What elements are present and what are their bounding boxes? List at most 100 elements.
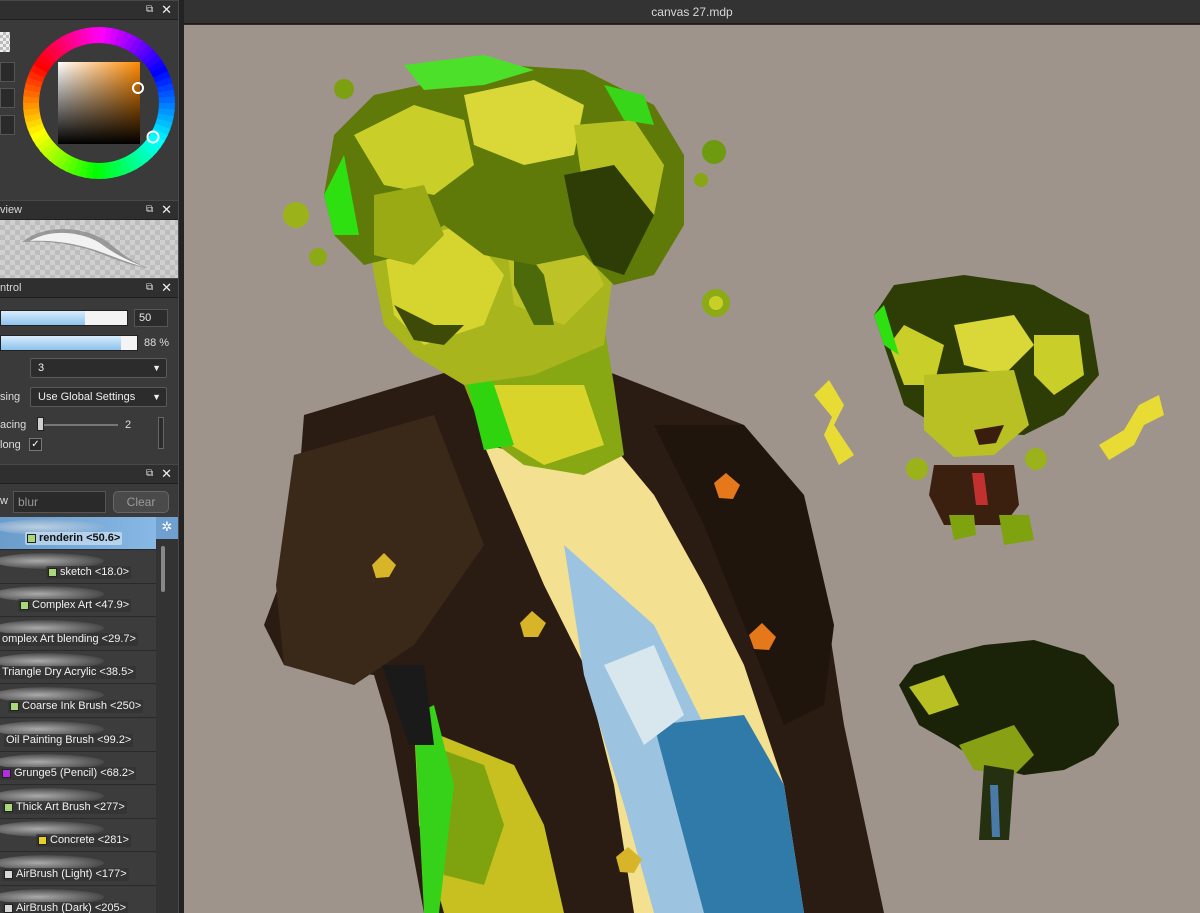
pin-icon[interactable]: ⧉ — [146, 469, 156, 479]
brush-color-tag — [4, 903, 13, 913]
blend-label: sing — [0, 391, 21, 403]
brush-name: Thick Art Brush <277> — [16, 800, 125, 813]
pin-icon[interactable]: ⧉ — [146, 283, 156, 293]
brush-name: sketch <18.0> — [60, 565, 130, 578]
spacing-slider-handle[interactable] — [37, 417, 44, 431]
spacing-extra-bar — [158, 417, 164, 449]
brush-label: Triangle Dry Acrylic <38.5> — [0, 666, 136, 680]
opacity-value: 88 % — [144, 337, 170, 349]
brush-label: Oil Painting Brush <99.2> — [4, 733, 134, 747]
brush-color-tag — [48, 567, 57, 577]
brush-list-item[interactable]: Thick Art Brush <277> — [0, 785, 156, 819]
gear-icon[interactable]: ✲ — [156, 517, 178, 539]
brush-color-tag — [4, 802, 13, 812]
canvas-area[interactable] — [184, 25, 1200, 913]
brush-list-item[interactable]: Triangle Dry Acrylic <38.5> — [0, 651, 156, 685]
brush-stroke-preview — [22, 229, 148, 268]
brush-color-tag — [10, 702, 19, 711]
brush-color-tag — [38, 836, 47, 846]
broccoli-sketch-illustration — [899, 640, 1119, 840]
brush-name: renderin <50.6> — [39, 532, 121, 544]
opacity-slider-fill — [1, 336, 121, 350]
close-icon[interactable]: ✕ — [161, 202, 172, 218]
brush-color-tag — [4, 870, 13, 879]
brush-label: Thick Art Brush <277> — [2, 800, 127, 814]
checkmark-icon: ✓ — [31, 439, 40, 450]
brush-color-tag — [2, 769, 11, 779]
spacing-label: acing — [0, 419, 27, 431]
blend-mode-value: Use Global Settings — [38, 391, 136, 403]
brush-list-item[interactable]: omplex Art blending <29.7> — [0, 617, 156, 651]
main-figure-illustration — [264, 55, 884, 913]
brush-preview — [0, 220, 178, 278]
chevron-down-icon: ▼ — [152, 392, 161, 402]
brush-list-titlebar: ⧉ ✕ — [0, 464, 178, 484]
brush-label: Coarse Ink Brush <250> — [8, 700, 144, 713]
brush-list-item[interactable]: Concrete <281> — [0, 819, 156, 853]
brush-label: Concrete <281> — [36, 834, 131, 848]
brush-list-item[interactable]: sketch <18.0> — [0, 550, 156, 584]
brush-name: AirBrush (Dark) <205> — [16, 901, 127, 913]
close-icon[interactable]: ✕ — [161, 2, 172, 18]
spacing-value: 2 — [125, 419, 132, 431]
brush-label: sketch <18.0> — [46, 565, 132, 579]
brush-name: Coarse Ink Brush <250> — [22, 700, 142, 712]
artwork — [264, 55, 1164, 913]
clear-button[interactable]: Clear — [113, 491, 169, 513]
brush-search-input[interactable]: blur — [13, 491, 106, 513]
transparent-swatch[interactable] — [0, 32, 10, 52]
color-history-swatch[interactable] — [0, 88, 15, 108]
pin-icon[interactable]: ⧉ — [146, 5, 156, 15]
brush-list-item[interactable]: Complex Art <47.9> — [0, 584, 156, 618]
brush-label: AirBrush (Light) <177> — [2, 868, 129, 881]
preview-panel-titlebar: view ⧉ ✕ — [0, 200, 178, 220]
brush-label: omplex Art blending <29.7> — [0, 632, 138, 646]
color-history-swatch[interactable] — [0, 115, 15, 135]
brush-control-panel: 50 88 % 3 ▼ sing Use Global Settings ▼ a… — [0, 298, 178, 464]
canvas-title: canvas 27.mdp — [651, 5, 733, 19]
brush-list-item[interactable]: AirBrush (Light) <177> — [0, 853, 156, 886]
brush-label: AirBrush (Dark) <205> — [2, 901, 129, 913]
size-value[interactable]: 50 — [134, 309, 168, 327]
preview-panel-title: view — [0, 204, 23, 216]
brush-color-tag — [27, 534, 36, 543]
search-label: w — [0, 495, 8, 507]
brush-list-scrollbar[interactable] — [161, 546, 165, 592]
density-dropdown[interactable]: 3 ▼ — [30, 358, 167, 378]
size-slider[interactable] — [0, 310, 128, 326]
brush-control-titlebar: ntrol ⧉ ✕ — [0, 278, 178, 298]
left-panel-column: ⧉ ✕ view ⧉ ✕ ntrol ⧉ ✕ 50 88 % 3 ▼ sing … — [0, 0, 178, 913]
color-wheel-graphic[interactable] — [22, 26, 176, 180]
chevron-down-icon: ▼ — [152, 363, 161, 373]
brush-list-panel: w blur Clear renderin <50.6> sketch <18.0… — [0, 484, 178, 913]
opacity-slider[interactable] — [0, 335, 138, 351]
spacing-slider[interactable] — [38, 424, 118, 426]
color-panel — [0, 20, 178, 200]
brush-list-item[interactable]: Grunge5 (Pencil) <68.2> — [0, 752, 156, 786]
brush-control-title: ntrol — [0, 282, 22, 294]
brush-name: AirBrush (Light) <177> — [16, 868, 127, 880]
brush-list-item[interactable]: AirBrush (Dark) <205> — [0, 886, 156, 913]
brush-name: Oil Painting Brush <99.2> — [6, 733, 132, 746]
pin-icon[interactable]: ⧉ — [146, 205, 156, 215]
close-icon[interactable]: ✕ — [161, 280, 172, 296]
close-icon[interactable]: ✕ — [161, 466, 172, 482]
brush-label: renderin <50.6> — [25, 532, 123, 545]
brush-list-item[interactable]: Oil Painting Brush <99.2> — [0, 718, 156, 752]
blend-mode-dropdown[interactable]: Use Global Settings ▼ — [30, 387, 167, 407]
brush-list-item[interactable]: renderin <50.6> — [0, 517, 156, 550]
brush-list-item[interactable]: Coarse Ink Brush <250> — [0, 685, 156, 718]
color-panel-titlebar: ⧉ ✕ — [0, 0, 178, 20]
chibi-figure-illustration — [814, 275, 1164, 545]
color-wheel[interactable] — [22, 26, 176, 180]
brush-label: Complex Art <47.9> — [18, 599, 132, 613]
size-slider-fill — [1, 311, 86, 325]
brush-name: Complex Art <47.9> — [32, 599, 130, 612]
brush-label: Grunge5 (Pencil) <68.2> — [0, 767, 137, 781]
brush-list: renderin <50.6> sketch <18.0> Complex Art … — [0, 517, 156, 913]
along-label: long — [0, 439, 21, 451]
brush-name: Triangle Dry Acrylic <38.5> — [2, 666, 134, 679]
color-history-swatch[interactable] — [0, 62, 15, 82]
along-checkbox[interactable]: ✓ — [29, 438, 42, 451]
brush-list-scrolltrack[interactable] — [156, 539, 178, 913]
